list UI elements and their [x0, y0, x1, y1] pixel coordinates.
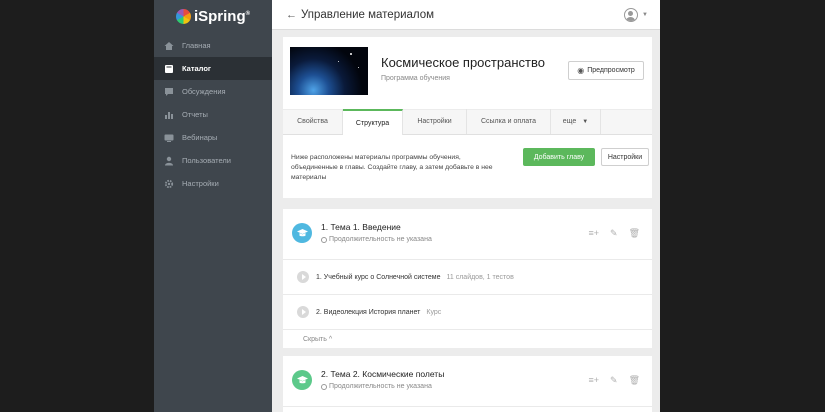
chapter-actions: ≡+ ✎ 🗑 — [589, 375, 641, 386]
course-thumbnail — [290, 47, 368, 95]
clock-icon — [321, 236, 327, 243]
tab-properties[interactable]: Свойства — [283, 109, 343, 134]
ispring-flower-icon — [175, 8, 191, 24]
chat-icon — [164, 87, 174, 97]
star-decoration — [338, 61, 339, 62]
chart-icon — [164, 110, 174, 120]
sidebar: iSpring® Главная Каталог Обсуждения Отче… — [154, 0, 272, 412]
back-arrow-icon[interactable]: ← — [286, 9, 297, 21]
sidebar-item-label: Главная — [182, 41, 211, 50]
chapter-card: 1. Тема 1. Введение Продолжительность не… — [283, 209, 652, 348]
chapter-duration: Продолжительность не указана — [321, 236, 432, 243]
add-material-icon[interactable]: ≡+ — [589, 228, 600, 239]
webinar-icon — [164, 133, 174, 143]
tab-link-payment[interactable]: Ссылка и оплата — [467, 109, 551, 134]
tab-label: еще — [562, 118, 577, 125]
course-title: Космическое пространство — [381, 55, 545, 70]
clock-icon — [321, 383, 327, 390]
trash-icon[interactable]: 🗑 — [629, 375, 640, 386]
tab-label: Свойства — [297, 118, 328, 125]
sidebar-item-discussions[interactable]: Обсуждения — [154, 80, 272, 103]
sidebar-item-label: Каталог — [182, 64, 212, 73]
avatar — [624, 8, 639, 22]
sidebar-item-settings[interactable]: Настройки — [154, 172, 272, 195]
structure-hint: Ниже расположены материалы программы обу… — [291, 154, 493, 181]
sidebar-item-label: Пользователи — [182, 156, 231, 165]
graduation-cap-icon — [292, 223, 312, 243]
book-icon — [164, 64, 174, 74]
sidebar-item-users[interactable]: Пользователи — [154, 149, 272, 172]
add-chapter-button[interactable]: Добавить главу — [523, 148, 595, 166]
tab-settings[interactable]: Настройки — [403, 109, 467, 134]
tab-bar: Свойства Структура Настройки Ссылка и оп… — [283, 109, 652, 135]
material-item[interactable]: 1. Учебный курс о Солнечной системе 11 с… — [283, 260, 652, 295]
chevron-up-icon: ^ — [328, 335, 333, 343]
sidebar-item-catalog[interactable]: Каталог — [154, 57, 272, 80]
preview-button-label: Предпросмотр — [587, 67, 635, 74]
tab-structure[interactable]: Структура — [343, 109, 403, 135]
sidebar-item-label: Настройки — [182, 179, 219, 188]
chevron-down-icon: ▼ — [642, 12, 648, 18]
material-meta: 11 слайдов, 1 тестов — [446, 273, 514, 281]
sidebar-item-label: Обсуждения — [182, 87, 226, 96]
course-header-card: Космическое пространство Программа обуче… — [283, 37, 652, 109]
user-icon — [164, 156, 174, 166]
structure-settings-button[interactable]: Настройки — [601, 148, 649, 166]
chapter-title: 1. Тема 1. Введение — [321, 222, 401, 232]
tab-label: Ссылка и оплата — [480, 118, 537, 125]
chapter-actions: ≡+ ✎ 🗑 — [589, 228, 641, 239]
material-meta: Курс — [426, 308, 442, 316]
sidebar-nav: Главная Каталог Обсуждения Отчеты Вебина… — [154, 34, 272, 195]
sidebar-item-label: Отчеты — [182, 110, 208, 119]
graduation-cap-icon — [292, 370, 312, 390]
sidebar-item-webinars[interactable]: Вебинары — [154, 126, 272, 149]
sidebar-item-reports[interactable]: Отчеты — [154, 103, 272, 126]
user-menu[interactable]: ▼ — [624, 8, 648, 22]
gear-icon — [164, 179, 174, 189]
star-decoration — [358, 67, 359, 68]
chapter-duration: Продолжительность не указана — [321, 383, 432, 390]
sidebar-item-home[interactable]: Главная — [154, 34, 272, 57]
chapter-card: 2. Тема 2. Космические полеты Продолжите… — [283, 356, 652, 412]
preview-button[interactable]: ◉ Предпросмотр — [568, 61, 644, 80]
chapter-header[interactable]: 2. Тема 2. Космические полеты Продолжите… — [283, 356, 652, 407]
app-window: iSpring® Главная Каталог Обсуждения Отче… — [154, 0, 660, 412]
course-subtitle: Программа обучения — [381, 75, 450, 82]
tab-more[interactable]: еще ▼ — [551, 109, 601, 134]
page-title: Управление материалом — [301, 8, 435, 21]
chapter-header[interactable]: 1. Тема 1. Введение Продолжительность не… — [283, 209, 652, 260]
trash-icon[interactable]: 🗑 — [629, 228, 640, 239]
collapse-link[interactable]: Скрыть ^ — [283, 330, 652, 348]
top-bar: ← Управление материалом ▼ — [272, 0, 660, 30]
material-title: 2. Видеолекция История планет — [316, 308, 421, 316]
eye-icon: ◉ — [577, 66, 585, 75]
play-icon — [297, 271, 309, 283]
logo-text: iSpring® — [193, 7, 251, 25]
tab-label: Структура — [355, 119, 390, 127]
sidebar-item-label: Вебинары — [182, 133, 218, 142]
material-title: 1. Учебный курс о Солнечной системе — [316, 273, 441, 281]
chapter-duration-text: Продолжительность не указана — [329, 383, 432, 390]
edit-icon[interactable]: ✎ — [610, 375, 618, 386]
collapse-label: Скрыть — [303, 335, 327, 343]
structure-panel: Свойства Структура Настройки Ссылка и оп… — [283, 109, 652, 198]
logo[interactable]: iSpring® — [154, 0, 272, 32]
edit-icon[interactable]: ✎ — [610, 228, 618, 239]
chapter-title: 2. Тема 2. Космические полеты — [321, 369, 445, 379]
add-material-icon[interactable]: ≡+ — [589, 375, 600, 386]
material-item[interactable]: 2. Видеолекция История планет Курс — [283, 295, 652, 330]
chapter-duration-text: Продолжительность не указана — [329, 236, 432, 243]
home-icon — [164, 41, 174, 51]
play-icon — [297, 306, 309, 318]
caret-down-icon: ▼ — [582, 118, 589, 125]
star-decoration — [350, 53, 352, 55]
main-content: ← Управление материалом ▼ Космическое пр… — [272, 0, 660, 412]
tab-label: Настройки — [417, 118, 452, 125]
